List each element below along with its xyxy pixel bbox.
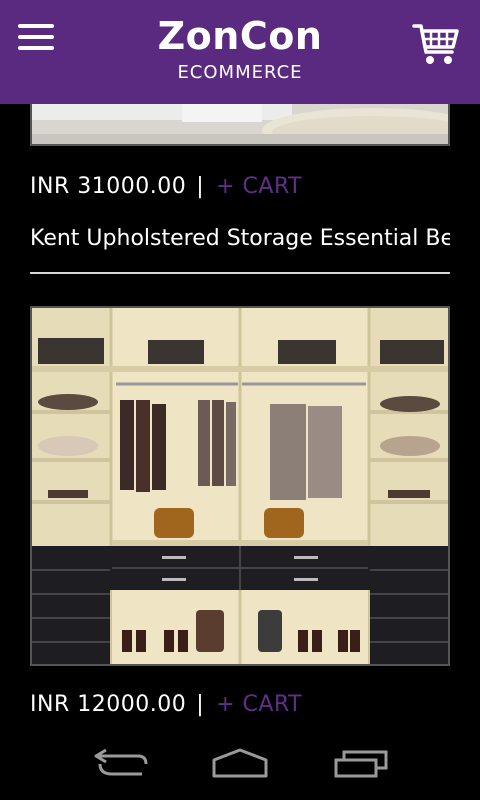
home-icon[interactable] xyxy=(210,746,270,780)
price-separator: | xyxy=(196,174,205,199)
brand-subtitle: ECOMMERCE xyxy=(177,62,303,83)
recent-apps-icon[interactable] xyxy=(330,746,390,780)
price-separator: | xyxy=(196,692,205,717)
product-image-bed[interactable] xyxy=(30,104,450,146)
product-divider xyxy=(30,272,450,274)
product-title[interactable]: Kent Upholstered Storage Essential Be xyxy=(30,226,450,251)
product-price: INR 12000.00 xyxy=(30,692,187,717)
shopping-cart-icon[interactable] xyxy=(412,20,460,68)
back-icon[interactable] xyxy=(92,746,152,780)
product-image-wardrobe[interactable] xyxy=(30,306,450,666)
add-to-cart-link[interactable]: + CART xyxy=(216,692,302,717)
system-navigation-bar xyxy=(0,728,480,800)
product-list[interactable]: INR 31000.00 | + CART Kent Upholstered Sto… xyxy=(0,104,480,728)
add-to-cart-link[interactable]: + CART xyxy=(216,174,302,199)
app-bar: ZonCon ECOMMERCE xyxy=(0,0,480,104)
product-price: INR 31000.00 xyxy=(30,174,187,199)
product-price-row: INR 31000.00 | + CART xyxy=(30,174,302,199)
product-price-row: INR 12000.00 | + CART xyxy=(30,692,302,717)
brand-name: ZonCon xyxy=(157,14,323,58)
